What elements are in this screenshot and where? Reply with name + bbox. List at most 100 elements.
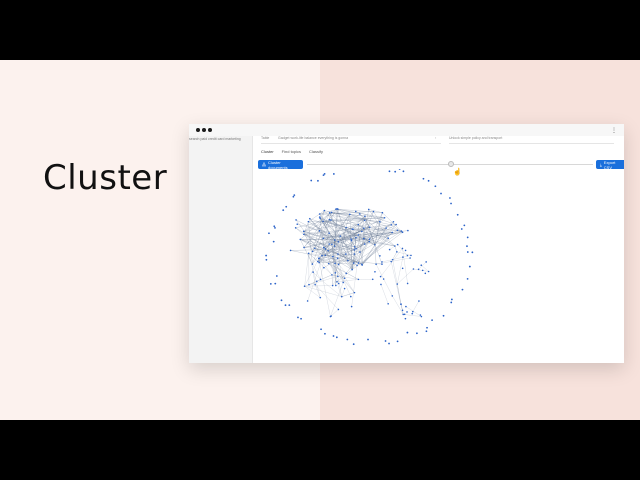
tab-classify[interactable]: Classify (309, 149, 323, 154)
graph-node (374, 270, 376, 273)
cluster-documents-button[interactable]: ⁂ Cluster documents (258, 159, 303, 170)
graph-node (404, 249, 407, 252)
graph-node (374, 243, 376, 246)
graph-node (379, 275, 382, 278)
more-options-icon[interactable]: ⋮ (611, 128, 617, 134)
window-dot-icon[interactable] (202, 128, 206, 132)
field-clear-icon[interactable]: ▪ (435, 136, 436, 140)
graph-node (334, 239, 336, 241)
graph-node (425, 330, 428, 333)
graph-node (322, 174, 325, 177)
graph-node (406, 331, 409, 334)
graph-node (331, 274, 333, 276)
graph-node (382, 278, 385, 280)
graph-node (367, 338, 369, 341)
graph-node (337, 263, 340, 266)
field-underline (261, 143, 441, 144)
graph-node (410, 254, 412, 257)
graph-node (339, 235, 342, 237)
graph-node (274, 282, 277, 285)
graph-node (364, 215, 366, 218)
graph-node (318, 216, 321, 218)
tab-cluster[interactable]: Cluster (261, 149, 274, 154)
graph-node (379, 220, 381, 223)
slider-thumb[interactable] (448, 161, 454, 167)
graph-node (350, 305, 353, 308)
graph-node (295, 219, 297, 221)
graph-node (337, 275, 339, 278)
graph-node (307, 252, 310, 255)
graph-node (360, 263, 363, 265)
graph-node (308, 283, 310, 286)
graph-node (314, 247, 316, 250)
graph-node (319, 278, 322, 281)
cluster-button-label: Cluster documents (268, 159, 288, 170)
graph-node (412, 268, 415, 270)
graph-node (387, 237, 390, 240)
graph-node (357, 262, 360, 264)
graph-node (322, 246, 325, 249)
graph-node (306, 300, 309, 302)
graph-node (269, 282, 272, 285)
graph-node (346, 338, 349, 341)
window-dot-icon[interactable] (196, 128, 200, 132)
graph-node (434, 185, 437, 188)
graph-node (342, 281, 344, 284)
graph-node (398, 169, 401, 170)
graph-node (358, 213, 361, 215)
graph-node (354, 210, 357, 213)
graph-node (311, 263, 314, 265)
graph-node (395, 223, 397, 226)
field-value[interactable]: Gadget work-life balance everything is g… (278, 136, 348, 140)
graph-node (407, 229, 409, 232)
graph-node (403, 313, 406, 316)
graph-node (345, 272, 348, 275)
graph-node (468, 265, 471, 268)
graph-node (336, 257, 339, 260)
graph-node (368, 238, 371, 240)
graph-node (327, 262, 330, 265)
graph-node (383, 217, 386, 219)
graph-node (288, 304, 291, 307)
graph-node (381, 211, 384, 214)
graph-node (368, 240, 371, 243)
graph-node (335, 336, 338, 339)
graph-node (440, 192, 442, 195)
graph-node (331, 243, 333, 246)
graph-node (456, 213, 459, 216)
graph-node (322, 220, 324, 223)
graph-node (391, 295, 394, 297)
graph-node (324, 254, 327, 257)
graph-node (449, 197, 451, 199)
graph-node (340, 295, 343, 298)
graph-node (353, 246, 356, 248)
export-csv-button[interactable]: ⤓ Export CSV (596, 160, 624, 170)
graph-node (275, 275, 278, 277)
graph-node (337, 253, 339, 255)
graph-node (330, 219, 332, 221)
graph-node (353, 249, 356, 251)
tab-find-topics[interactable]: Find topics (282, 149, 301, 154)
graph-node (352, 228, 354, 231)
graph-node (268, 232, 270, 235)
field-value[interactable]: Unlock simple policy and transport (449, 136, 502, 140)
graph-node (345, 226, 347, 229)
graph-node (396, 251, 398, 253)
graph-node (424, 272, 427, 275)
graph-node (379, 255, 381, 257)
graph-node (303, 233, 305, 236)
graph-node (420, 315, 423, 318)
graph-node (401, 309, 404, 312)
window-dot-icon[interactable] (208, 128, 212, 132)
cluster-graph[interactable] (251, 169, 624, 363)
graph-node (348, 213, 351, 216)
graph-node (401, 247, 404, 250)
graph-node (353, 253, 356, 255)
graph-node (396, 229, 399, 232)
graph-node (284, 304, 287, 307)
graph-node (425, 261, 427, 263)
graph-node (427, 179, 430, 182)
graph-node (280, 299, 283, 302)
letterbox-top (0, 0, 640, 60)
graph-node (412, 310, 414, 313)
